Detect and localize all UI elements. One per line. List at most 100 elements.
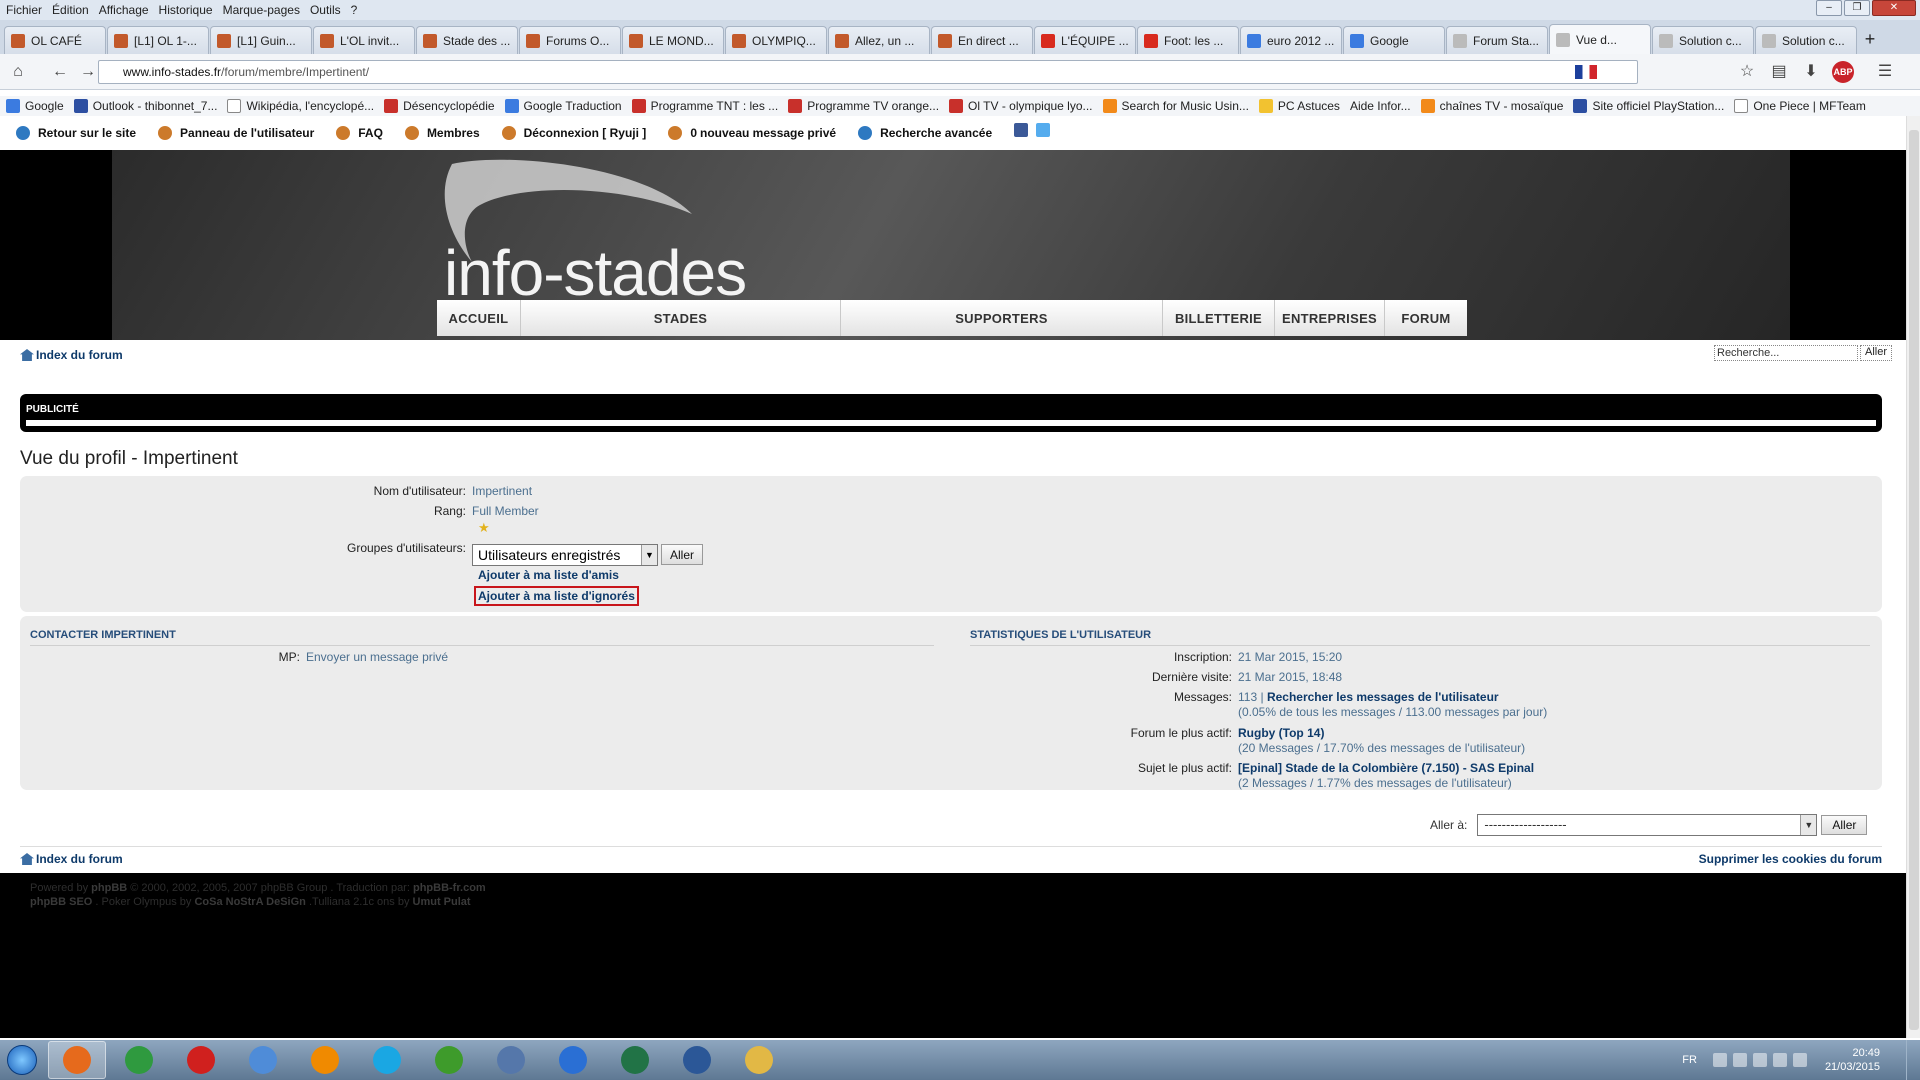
private-messages-link[interactable]: 0 nouveau message privé — [668, 126, 836, 140]
browser-tab[interactable]: Allez, un ... — [828, 26, 930, 54]
bookmark-item[interactable]: Outlook - thibonnet_7... — [73, 99, 217, 113]
flag-icon[interactable] — [1772, 1053, 1787, 1067]
clock[interactable]: 20:49 21/03/2015 — [1825, 1046, 1880, 1074]
menu-aide[interactable]: ? — [351, 3, 358, 17]
menu-accueil[interactable]: ACCUEIL — [437, 300, 521, 336]
bookmark-item[interactable]: Site officiel PlayStation... — [1573, 99, 1724, 113]
close-window-button[interactable]: ✕ — [1872, 0, 1916, 16]
umut-pulat-link[interactable]: Umut Pulat — [413, 896, 471, 908]
browser-tab[interactable]: [L1] OL 1-... — [107, 26, 209, 54]
bookmark-item[interactable]: Search for Music Usin... — [1102, 99, 1249, 113]
menu-entreprises[interactable]: ENTREPRISES — [1275, 300, 1385, 336]
groups-go-button[interactable]: Aller — [661, 544, 704, 565]
taskbar-app-button[interactable] — [172, 1041, 230, 1079]
logout-link[interactable]: Déconnexion [ Ryuji ] — [501, 126, 646, 140]
home-icon[interactable]: ⌂ — [4, 58, 32, 86]
bookmark-item[interactable]: One Piece | MFTeam — [1734, 99, 1866, 113]
menu-stades[interactable]: STADES — [521, 300, 841, 336]
menu-affichage[interactable]: Affichage — [99, 3, 149, 17]
bookmark-item[interactable]: Google Traduction — [504, 99, 622, 113]
active-topic-link[interactable]: [Epinal] Stade de la Colombière (7.150) … — [1238, 761, 1534, 775]
search-user-posts-link[interactable]: Rechercher les messages de l'utilisateur — [1267, 690, 1499, 704]
show-desktop-button[interactable] — [1906, 1040, 1920, 1080]
browser-tab[interactable]: euro 2012 ... — [1240, 26, 1342, 54]
browser-tab[interactable]: Stade des ... — [416, 26, 518, 54]
bookmark-item[interactable]: Wikipédia, l'encyclopé... — [227, 99, 374, 113]
download-icon[interactable]: ⬇ — [1800, 58, 1822, 86]
taskbar-app-button[interactable] — [234, 1041, 292, 1079]
search-button[interactable]: Aller — [1860, 345, 1892, 361]
jumpbox-go-button[interactable]: Aller — [1821, 815, 1868, 835]
taskbar-app-button[interactable] — [358, 1041, 416, 1079]
scrollbar-thumb[interactable] — [1909, 130, 1919, 1030]
menu-edition[interactable]: Édition — [52, 3, 89, 17]
user-panel-link[interactable]: Panneau de l'utilisateur — [158, 126, 314, 140]
back-to-site-link[interactable]: Retour sur le site — [16, 126, 136, 140]
active-forum-link[interactable]: Rugby (Top 14) — [1238, 726, 1324, 740]
volume-icon[interactable] — [1732, 1053, 1747, 1067]
tray-arrow-icon[interactable] — [1712, 1053, 1727, 1067]
taskbar-app-button[interactable] — [482, 1041, 540, 1079]
bookmark-item[interactable]: PC Astuces — [1258, 99, 1340, 113]
bookmark-item[interactable]: Aide Infor... — [1350, 99, 1411, 113]
browser-tab[interactable]: En direct ... — [931, 26, 1033, 54]
add-friend-link[interactable]: Ajouter à ma liste d'amis — [478, 568, 619, 582]
start-button[interactable] — [0, 1040, 44, 1080]
browser-tab[interactable]: Solution c... — [1755, 26, 1857, 54]
adblock-icon[interactable]: ABP — [1832, 61, 1854, 83]
power-icon[interactable] — [1792, 1053, 1807, 1067]
vertical-scrollbar[interactable] — [1906, 116, 1920, 1038]
browser-tab[interactable]: OLYMPIQ... — [725, 26, 827, 54]
phpbb-fr-link[interactable]: phpBB-fr.com — [413, 882, 486, 894]
taskbar-app-button[interactable] — [110, 1041, 168, 1079]
bookmark-item[interactable]: Google — [6, 99, 64, 113]
footer-breadcrumb[interactable]: Index du forum — [20, 852, 123, 866]
members-link[interactable]: Membres — [404, 126, 480, 140]
browser-tab[interactable]: L'OL invit... — [313, 26, 415, 54]
browser-tab[interactable]: Vue d... — [1549, 24, 1651, 54]
bookmark-item[interactable]: Programme TNT : les ... — [631, 99, 778, 113]
taskbar-app-button[interactable] — [544, 1041, 602, 1079]
phpbb-link[interactable]: phpBB — [91, 882, 127, 894]
network-icon[interactable] — [1752, 1053, 1767, 1067]
browser-tab[interactable]: Forums O... — [519, 26, 621, 54]
new-tab-button[interactable]: + — [1858, 26, 1882, 54]
taskbar-app-button[interactable] — [420, 1041, 478, 1079]
add-foe-link[interactable]: Ajouter à ma liste d'ignorés — [474, 586, 639, 606]
browser-tab[interactable]: Foot: les ... — [1137, 26, 1239, 54]
taskbar-app-button[interactable] — [48, 1041, 106, 1079]
cosa-nostra-link[interactable]: CoSa NoStrA DeSiGn — [194, 896, 305, 908]
url-bar[interactable]: www.info-stades.fr/forum/membre/Impertin… — [98, 60, 1638, 84]
bookmarks-list-icon[interactable]: ▤ — [1768, 58, 1790, 86]
browser-tab[interactable]: L'ÉQUIPE ... — [1034, 26, 1136, 54]
hamburger-menu-icon[interactable]: ☰ — [1874, 58, 1896, 86]
phpbb-seo-link[interactable]: phpBB SEO — [30, 896, 92, 908]
groups-select[interactable]: Utilisateurs enregistrés ▼ — [472, 544, 658, 566]
bookmark-item[interactable]: chaînes TV - mosaïque — [1420, 99, 1563, 113]
menu-marque-pages[interactable]: Marque-pages — [223, 3, 300, 17]
back-button[interactable]: ← — [46, 58, 74, 86]
browser-tab[interactable]: [L1] Guin... — [210, 26, 312, 54]
browser-tab[interactable]: LE MOND... — [622, 26, 724, 54]
delete-cookies-link[interactable]: Supprimer les cookies du forum — [1699, 852, 1882, 866]
facebook-icon[interactable] — [1014, 123, 1029, 137]
taskbar-app-button[interactable] — [730, 1041, 788, 1079]
faq-link[interactable]: FAQ — [336, 126, 383, 140]
browser-tab[interactable]: Forum Sta... — [1446, 26, 1548, 54]
send-pm-link[interactable]: Envoyer un message privé — [306, 650, 448, 665]
menu-fichier[interactable]: Fichier — [6, 3, 42, 17]
taskbar-app-button[interactable] — [296, 1041, 354, 1079]
language-indicator[interactable]: FR — [1682, 1054, 1697, 1066]
browser-tab[interactable]: Solution c... — [1652, 26, 1754, 54]
search-input[interactable]: Recherche... — [1714, 345, 1858, 361]
menu-historique[interactable]: Historique — [159, 3, 213, 17]
browser-tab[interactable]: OL CAFÉ — [4, 26, 106, 54]
advanced-search-link[interactable]: Recherche avancée — [858, 126, 992, 140]
menu-outils[interactable]: Outils — [310, 3, 341, 17]
bookmark-item[interactable]: Programme TV orange... — [788, 99, 939, 113]
bookmark-star-icon[interactable]: ☆ — [1736, 58, 1758, 86]
site-logo[interactable]: info-stades — [444, 236, 747, 310]
bookmark-item[interactable]: Désencyclopédie — [384, 99, 495, 113]
twitter-icon[interactable] — [1036, 123, 1051, 137]
bookmark-item[interactable]: Ol TV - olympique lyo... — [949, 99, 1093, 113]
